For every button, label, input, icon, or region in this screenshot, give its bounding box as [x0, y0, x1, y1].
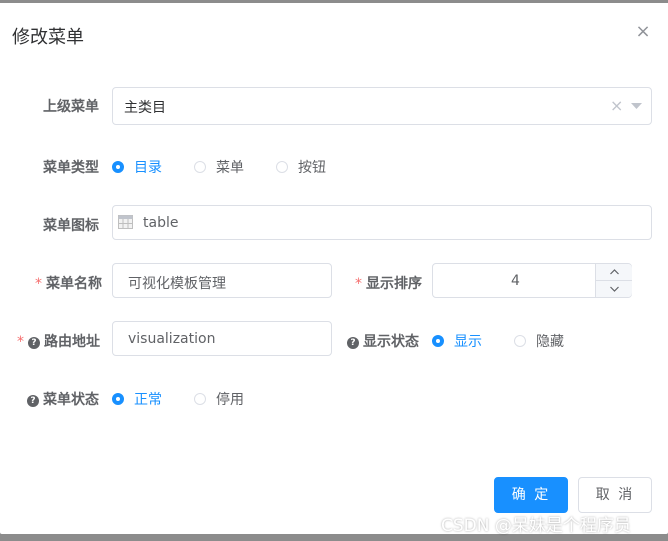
chevron-down-icon[interactable] [631, 103, 642, 110]
display-status-label-text: 显示状态 [363, 334, 419, 350]
menu-icon-label-text: 菜单图标 [43, 218, 99, 234]
radio-label: 隐藏 [536, 334, 564, 350]
display-order-label-text: 显示排序 [366, 276, 422, 292]
question-icon[interactable]: ? [347, 337, 359, 349]
radio-dot [112, 161, 124, 173]
menu-type-label: 菜单类型 [43, 157, 99, 177]
menu-name-input[interactable]: 可视化模板管理 [112, 263, 332, 298]
menu-type-label-text: 菜单类型 [43, 160, 99, 176]
increment-button[interactable] [595, 264, 632, 281]
radio-dot [194, 161, 206, 173]
table-icon [118, 215, 133, 229]
menu-name-label-text: 菜单名称 [46, 276, 102, 292]
radio-label: 目录 [134, 160, 162, 176]
radio-menu-type-button[interactable]: 按钮 [276, 157, 326, 177]
radio-label: 显示 [454, 334, 482, 350]
close-icon[interactable]: × [634, 23, 652, 41]
confirm-button[interactable]: 确 定 [494, 477, 568, 513]
required-mark: * [35, 276, 42, 292]
parent-menu-value: 主类目 [124, 100, 166, 116]
radio-menu-type-directory[interactable]: 目录 [112, 157, 162, 177]
radio-menu-status-normal[interactable]: 正常 [112, 389, 162, 409]
radio-dot [112, 393, 124, 405]
cancel-button[interactable]: 取 消 [578, 477, 652, 513]
radio-menu-type-menu[interactable]: 菜单 [194, 157, 244, 177]
menu-name-label: * 菜单名称 [35, 273, 102, 293]
parent-menu-select[interactable]: 主类目 × [112, 87, 652, 125]
route-path-value: visualization [128, 331, 216, 347]
menu-icon-input[interactable]: table [112, 205, 652, 240]
radio-label: 菜单 [216, 160, 244, 176]
radio-label: 停用 [216, 392, 244, 408]
menu-icon-value: table [143, 215, 179, 231]
route-path-label: *? 路由地址 [17, 331, 100, 351]
menu-name-value: 可视化模板管理 [128, 276, 226, 292]
parent-menu-label-text: 上级菜单 [43, 99, 99, 115]
chevron-down-icon [610, 286, 619, 292]
parent-menu-label: 上级菜单 [43, 96, 99, 116]
menu-status-label: ? 菜单状态 [27, 389, 99, 409]
dialog-title: 修改菜单 [12, 27, 84, 48]
question-icon[interactable]: ? [27, 395, 39, 407]
menu-icon-label: 菜单图标 [43, 215, 99, 235]
radio-dot [514, 335, 526, 347]
required-mark: * [17, 334, 24, 350]
route-path-label-text: 路由地址 [44, 334, 100, 350]
menu-status-label-text: 菜单状态 [43, 392, 99, 408]
radio-dot [432, 335, 444, 347]
display-order-stepper[interactable]: 4 [432, 263, 632, 298]
clear-icon[interactable]: × [610, 96, 623, 115]
required-mark: * [355, 276, 362, 292]
radio-label: 正常 [134, 392, 162, 408]
display-order-value: 4 [511, 273, 520, 289]
display-status-label: ? 显示状态 [347, 331, 419, 351]
radio-dot [276, 161, 288, 173]
decrement-button[interactable] [595, 281, 632, 297]
radio-dot [194, 393, 206, 405]
radio-menu-status-disabled[interactable]: 停用 [194, 389, 244, 409]
edit-menu-dialog: 修改菜单 × 上级菜单 主类目 × 菜单类型 目录 菜单 按钮 菜单图标 tab… [0, 3, 668, 534]
display-order-label: * 显示排序 [355, 273, 422, 293]
radio-label: 按钮 [298, 160, 326, 176]
route-path-input[interactable]: visualization [112, 321, 332, 356]
chevron-up-icon [610, 269, 619, 275]
question-icon[interactable]: ? [28, 337, 40, 349]
radio-display-status-show[interactable]: 显示 [432, 331, 482, 351]
watermark: CSDN @呆妹是个程序员 [441, 516, 631, 536]
radio-display-status-hide[interactable]: 隐藏 [514, 331, 564, 351]
